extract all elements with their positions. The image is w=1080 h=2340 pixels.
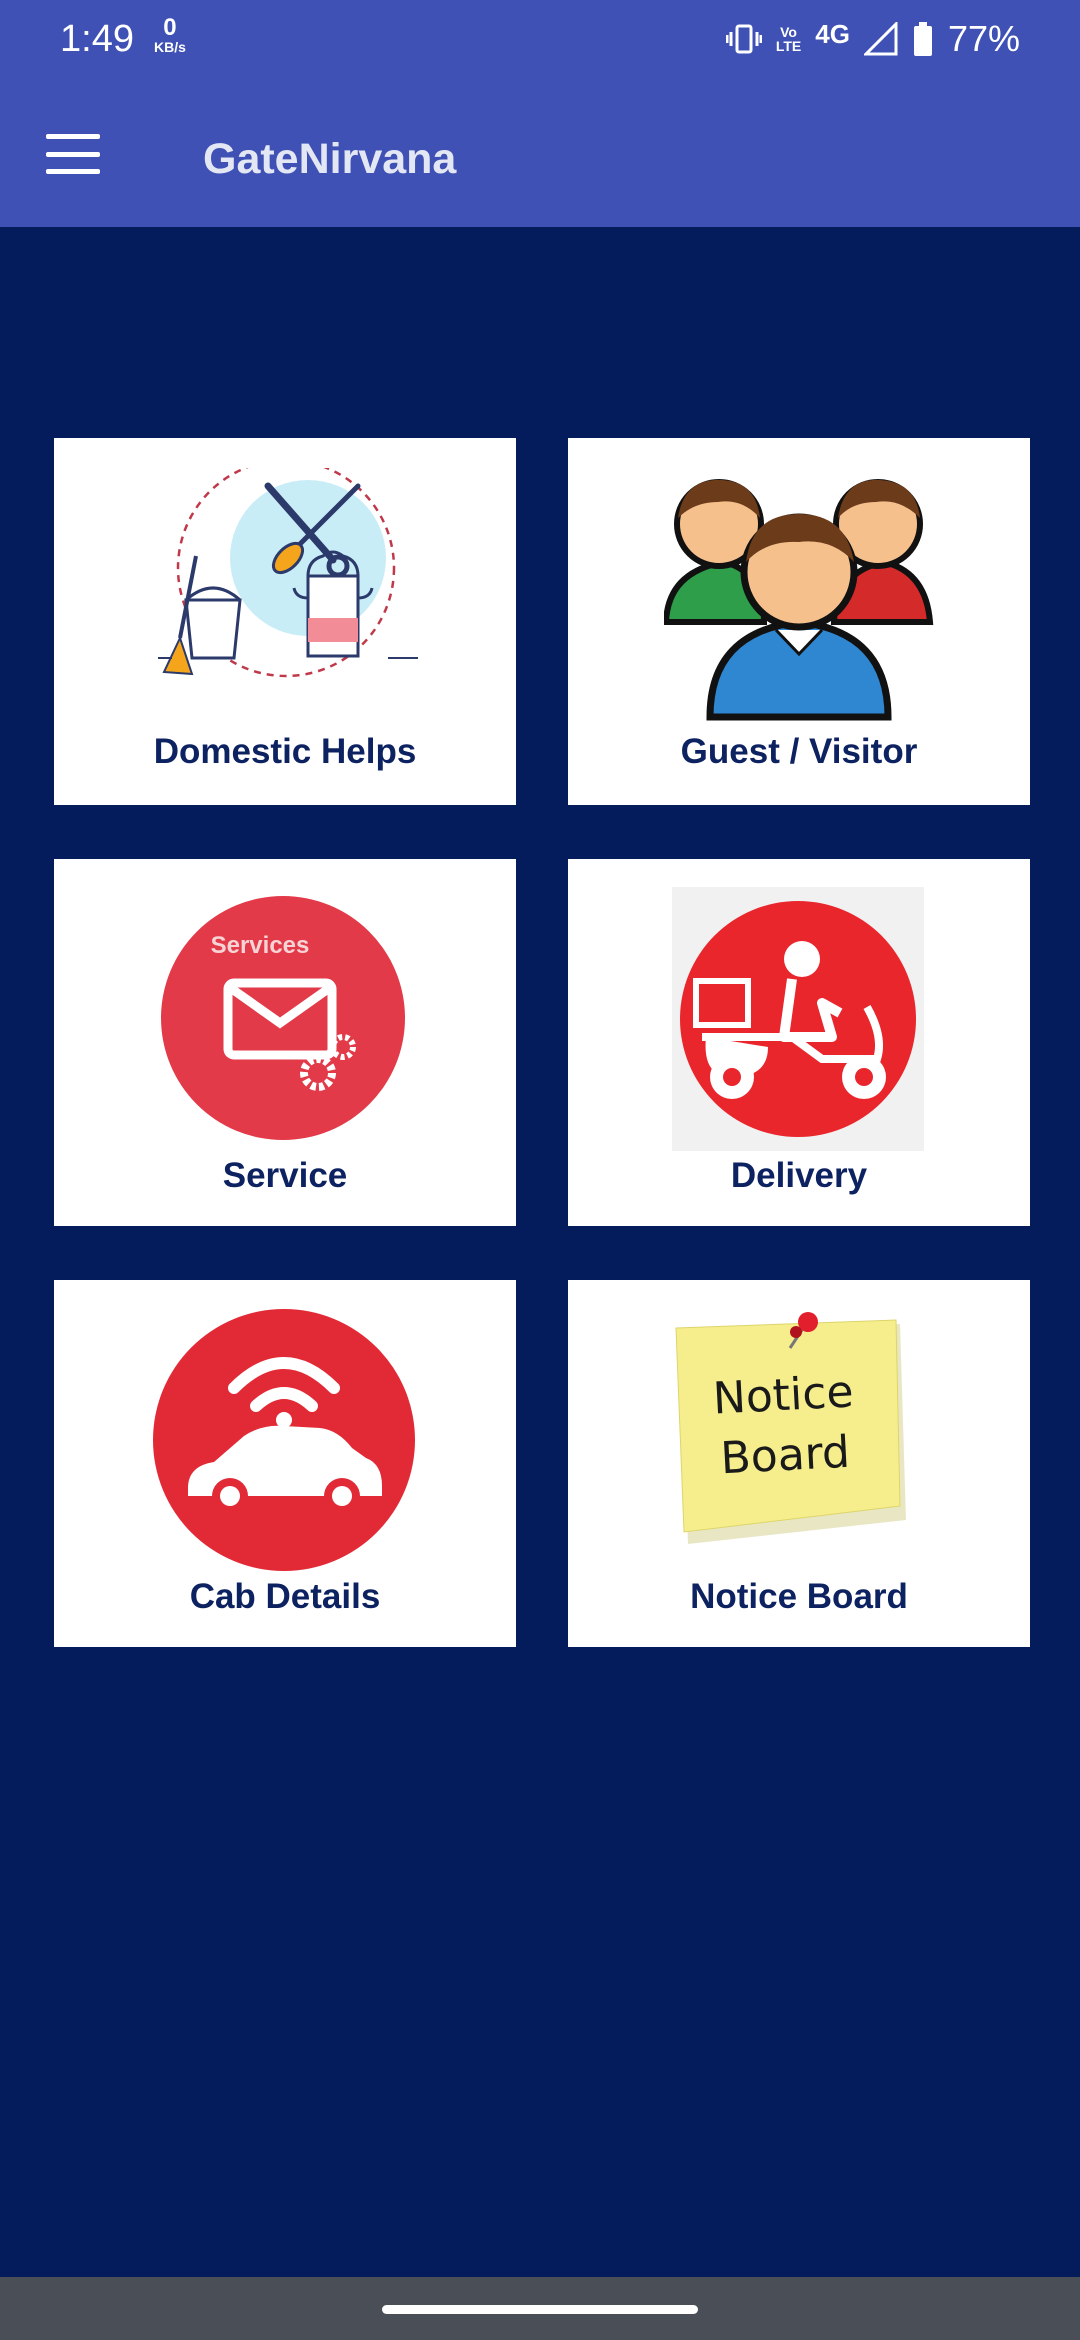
- app-bar: GateNirvana: [0, 80, 1080, 227]
- tile-label: Guest / Visitor: [680, 732, 918, 771]
- tile-guest-visitor[interactable]: Guest / Visitor: [568, 438, 1030, 805]
- network-type: 4G: [815, 18, 850, 49]
- vibrate-icon: [725, 24, 762, 54]
- network-speed-unit: KB/s: [154, 39, 186, 55]
- domestic-helps-icon: [158, 468, 418, 678]
- network-speed: 0 KB/s: [154, 14, 186, 55]
- tile-label: Domestic Helps: [153, 732, 417, 771]
- app-title: GateNirvana: [203, 135, 457, 183]
- volte-bottom: LTE: [775, 38, 802, 54]
- signal-icon: [863, 22, 898, 56]
- tile-label: Notice Board: [690, 1577, 908, 1616]
- notice-board-icon: Notice Board: [675, 1312, 906, 1544]
- tile-label: Cab Details: [189, 1577, 381, 1616]
- battery-icon: [913, 22, 932, 56]
- status-time: 1:49: [60, 18, 134, 60]
- delivery-scooter-icon: [672, 887, 924, 1151]
- cab-car-icon: [153, 1309, 415, 1571]
- status-icons: Vo LTE 4G 77%: [725, 18, 1020, 60]
- tile-service[interactable]: Services Service: [54, 859, 516, 1226]
- guest-visitor-icon: [664, 479, 934, 721]
- system-nav-bar: [0, 2277, 1080, 2340]
- status-bar: 1:49 0 KB/s Vo LTE 4G 77%: [0, 0, 1080, 80]
- battery-percent: 77%: [947, 18, 1020, 59]
- tile-notice-board[interactable]: Notice Board Notice Board: [568, 1280, 1030, 1647]
- home-gesture-handle[interactable]: [382, 2305, 698, 2314]
- tile-label: Delivery: [730, 1156, 868, 1195]
- notice-icon-text-2: Board: [719, 1427, 851, 1485]
- hamburger-menu-icon[interactable]: [42, 130, 104, 178]
- notice-icon-text-1: Notice: [712, 1366, 855, 1424]
- tile-domestic-helps[interactable]: Domestic Helps: [54, 438, 516, 805]
- network-speed-value: 0: [163, 14, 177, 41]
- tile-label: Service: [222, 1156, 348, 1195]
- volte-top: Vo: [780, 24, 797, 40]
- volte-icon: Vo LTE: [776, 25, 801, 53]
- service-icon: Services: [161, 896, 405, 1140]
- tile-delivery[interactable]: Delivery: [568, 859, 1030, 1226]
- tile-cab-details[interactable]: Cab Details: [54, 1280, 516, 1647]
- service-icon-text: Services: [211, 932, 310, 959]
